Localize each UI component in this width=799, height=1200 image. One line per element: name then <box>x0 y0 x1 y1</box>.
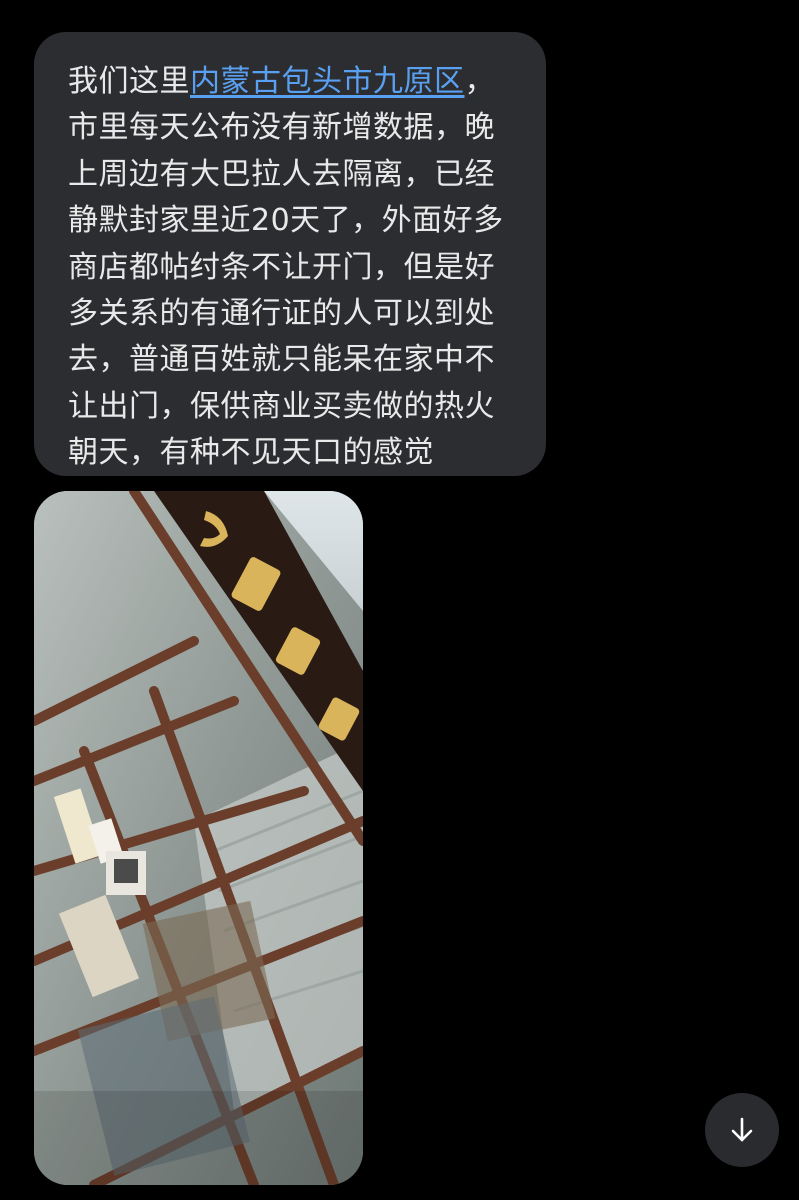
shopfront-photo <box>34 491 363 1185</box>
scroll-to-bottom-button[interactable] <box>705 1093 779 1167</box>
message-line: 朝天，有种不见天口的感觉 <box>68 435 434 471</box>
message-line: 上周边有大巴拉人去隔离，已经 <box>68 156 495 192</box>
message-text-prefix: 我们这里 <box>68 64 190 99</box>
message-line: 我们这里内蒙古包头市九原区， <box>68 59 516 105</box>
message-photo[interactable] <box>34 491 363 1185</box>
location-link[interactable]: 内蒙古包头市九原区 <box>190 64 465 99</box>
message-bubble[interactable]: 我们这里内蒙古包头市九原区， 市里每天公布没有新增数据，晚 上周边有大巴拉人去隔… <box>34 32 546 476</box>
message-text-suffix: ， <box>464 64 495 99</box>
arrow-down-icon <box>731 1117 753 1142</box>
chat-thread: 我们这里内蒙古包头市九原区， 市里每天公布没有新增数据，晚 上周边有大巴拉人去隔… <box>0 0 799 1200</box>
message-line: 市里每天公布没有新增数据，晚 <box>68 110 495 146</box>
message-line: 静默封家里近20天了，外面好多 <box>68 203 504 239</box>
message-line: 去，普通百姓就只能呆在家中不 <box>68 342 495 378</box>
message-line: 多关系的有通行证的人可以到处 <box>68 296 495 332</box>
message-line: 让出门，保供商业买卖做的热火 <box>68 388 495 424</box>
message-line: 商店都帖纣条不让开门，但是好 <box>68 249 495 285</box>
